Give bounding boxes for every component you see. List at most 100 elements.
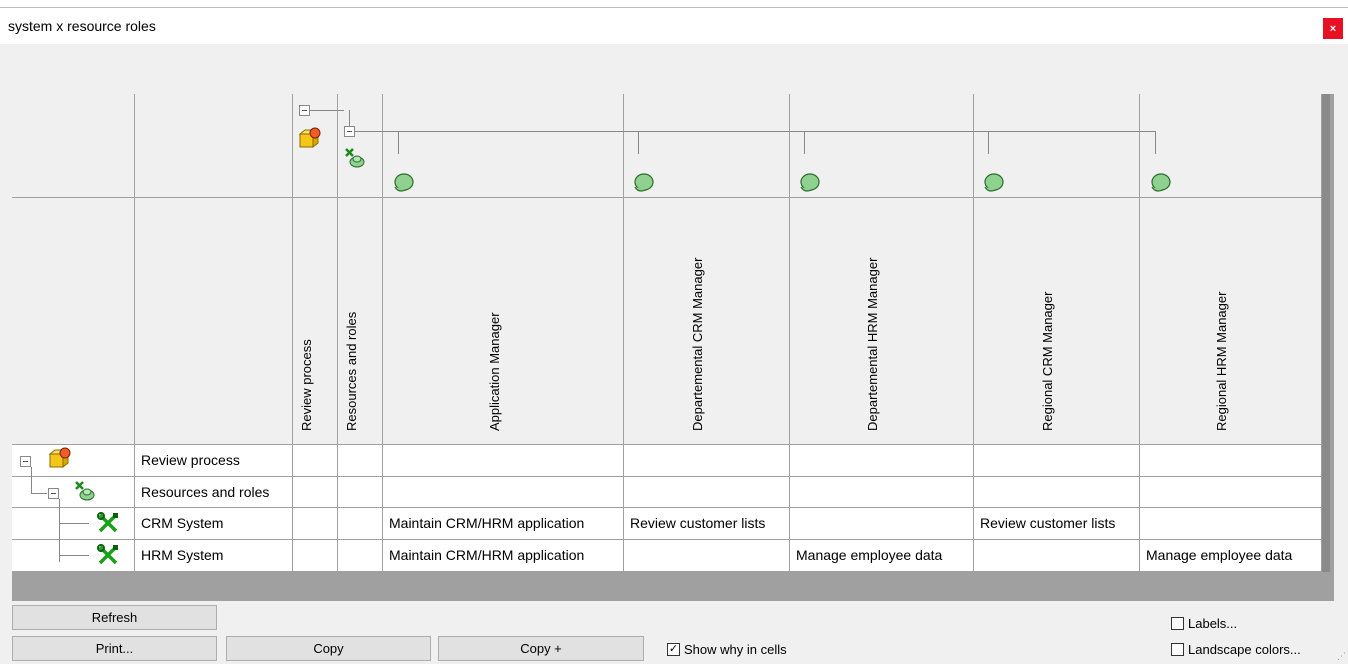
collapse-toggle-icon[interactable]	[299, 105, 310, 116]
resources-group-icon	[343, 146, 367, 173]
tree-connector	[59, 523, 89, 524]
matrix-cell[interactable]	[974, 540, 1140, 572]
row-header[interactable]: CRM System	[135, 508, 293, 540]
tree-connector	[1155, 131, 1156, 154]
matrix-cell[interactable]: Manage employee data	[790, 540, 974, 572]
copy-button-label: Copy	[313, 641, 344, 656]
tree-connector	[31, 493, 47, 494]
matrix-cell[interactable]: Manage employee data	[1140, 540, 1322, 572]
matrix-cell[interactable]: Maintain CRM/HRM application	[383, 508, 624, 540]
matrix-cell[interactable]	[1140, 477, 1322, 508]
role-icon	[982, 172, 1004, 197]
matrix-cell[interactable]	[790, 477, 974, 508]
window-top-edge	[0, 0, 1348, 8]
column-header[interactable]: Departemental CRM Manager	[624, 198, 790, 445]
matrix-cell-value: Review customer lists	[980, 515, 1116, 531]
matrix-cell[interactable]	[790, 508, 974, 540]
matrix-cell-value: Manage employee data	[796, 547, 943, 563]
vertical-scrollbar[interactable]	[1322, 94, 1330, 572]
landscape-colors-checkbox[interactable]: Landscape colors...	[1171, 642, 1301, 657]
grid-empty-area	[12, 572, 1330, 600]
tree-connector	[349, 110, 350, 126]
process-icon	[48, 447, 72, 474]
print-button-label: Print...	[95, 641, 134, 656]
matrix-cell[interactable]	[1140, 508, 1322, 540]
tree-connector	[638, 131, 639, 154]
header-corner-cell	[135, 198, 293, 445]
tree-connector	[310, 110, 344, 111]
labels-checkbox[interactable]: Labels...	[1171, 616, 1237, 631]
matrix-grid[interactable]: Review process Resources and roles Applica…	[12, 94, 1334, 601]
matrix-cell[interactable]	[383, 477, 624, 508]
matrix-cell[interactable]	[624, 445, 790, 477]
row-header-label: Review process	[141, 452, 240, 468]
matrix-cell[interactable]	[338, 508, 383, 540]
collapse-toggle-icon[interactable]	[344, 126, 355, 137]
title-bar: system x resource roles ×	[0, 8, 1348, 44]
role-icon	[1149, 172, 1171, 197]
copy-plus-button[interactable]: Copy +	[438, 636, 644, 661]
show-why-check-box[interactable]: ✓	[667, 643, 680, 656]
matrix-cell[interactable]	[293, 445, 338, 477]
header-icon-cell	[12, 94, 135, 198]
show-why-checkbox[interactable]: ✓ Show why in cells	[667, 642, 787, 657]
matrix-cell[interactable]	[974, 445, 1140, 477]
tree-connector	[804, 131, 805, 154]
copy-plus-button-label: Copy +	[520, 641, 562, 656]
column-header[interactable]: Departemental HRM Manager	[790, 198, 974, 445]
role-icon	[632, 172, 654, 197]
role-icon	[798, 172, 820, 197]
close-icon: ×	[1329, 22, 1337, 35]
window-title: system x resource roles	[8, 18, 156, 34]
column-header[interactable]: Regional HRM Manager	[1140, 198, 1322, 445]
row-header[interactable]: HRM System	[135, 540, 293, 572]
matrix-cell[interactable]	[624, 540, 790, 572]
matrix-cell[interactable]	[624, 477, 790, 508]
tree-connector	[59, 555, 89, 556]
tree-connector	[31, 467, 32, 494]
matrix-cell[interactable]	[293, 477, 338, 508]
row-header[interactable]: Review process	[135, 445, 293, 477]
matrix-cell[interactable]	[293, 508, 338, 540]
matrix-cell[interactable]	[338, 540, 383, 572]
refresh-button-label: Refresh	[91, 610, 138, 625]
header-corner-cell	[12, 198, 135, 445]
matrix-cell[interactable]	[338, 445, 383, 477]
refresh-button[interactable]: Refresh	[12, 605, 217, 630]
matrix-cell[interactable]: Maintain CRM/HRM application	[383, 540, 624, 572]
header-icon-cell	[383, 94, 624, 198]
tree-connector	[988, 131, 989, 154]
matrix-cell-value: Manage employee data	[1146, 547, 1293, 563]
tree-connector	[398, 131, 399, 154]
matrix-cell[interactable]	[383, 445, 624, 477]
column-header[interactable]: Resources and roles	[338, 198, 383, 445]
matrix-cell[interactable]	[974, 477, 1140, 508]
system-tools-icon	[96, 543, 120, 570]
copy-button[interactable]: Copy	[226, 636, 431, 661]
collapse-toggle-icon[interactable]	[48, 488, 59, 499]
resources-group-icon	[73, 479, 97, 506]
landscape-colors-label: Landscape colors...	[1188, 642, 1301, 657]
collapse-toggle-icon[interactable]	[20, 456, 31, 467]
matrix-cell[interactable]: Review customer lists	[624, 508, 790, 540]
resize-grip-icon[interactable]: ⋰	[1337, 651, 1346, 662]
row-header[interactable]: Resources and roles	[135, 477, 293, 508]
matrix-cell-value: Maintain CRM/HRM application	[389, 547, 585, 563]
print-button[interactable]: Print...	[12, 636, 217, 661]
role-icon	[392, 172, 414, 197]
matrix-cell[interactable]	[790, 445, 974, 477]
close-button[interactable]: ×	[1323, 18, 1343, 39]
matrix-cell[interactable]	[1140, 445, 1322, 477]
row-header-label: CRM System	[141, 515, 224, 531]
column-header[interactable]: Regional CRM Manager	[974, 198, 1140, 445]
tree-connector	[355, 131, 1155, 132]
matrix-cell[interactable]: Review customer lists	[974, 508, 1140, 540]
matrix-cell[interactable]	[338, 477, 383, 508]
labels-label: Labels...	[1188, 616, 1238, 631]
row-header-label: HRM System	[141, 547, 224, 563]
matrix-cell[interactable]	[293, 540, 338, 572]
column-header[interactable]: Review process	[293, 198, 338, 445]
labels-check-box[interactable]	[1171, 617, 1184, 630]
landscape-colors-check-box[interactable]	[1171, 643, 1184, 656]
column-header[interactable]: Application Manager	[383, 198, 624, 445]
